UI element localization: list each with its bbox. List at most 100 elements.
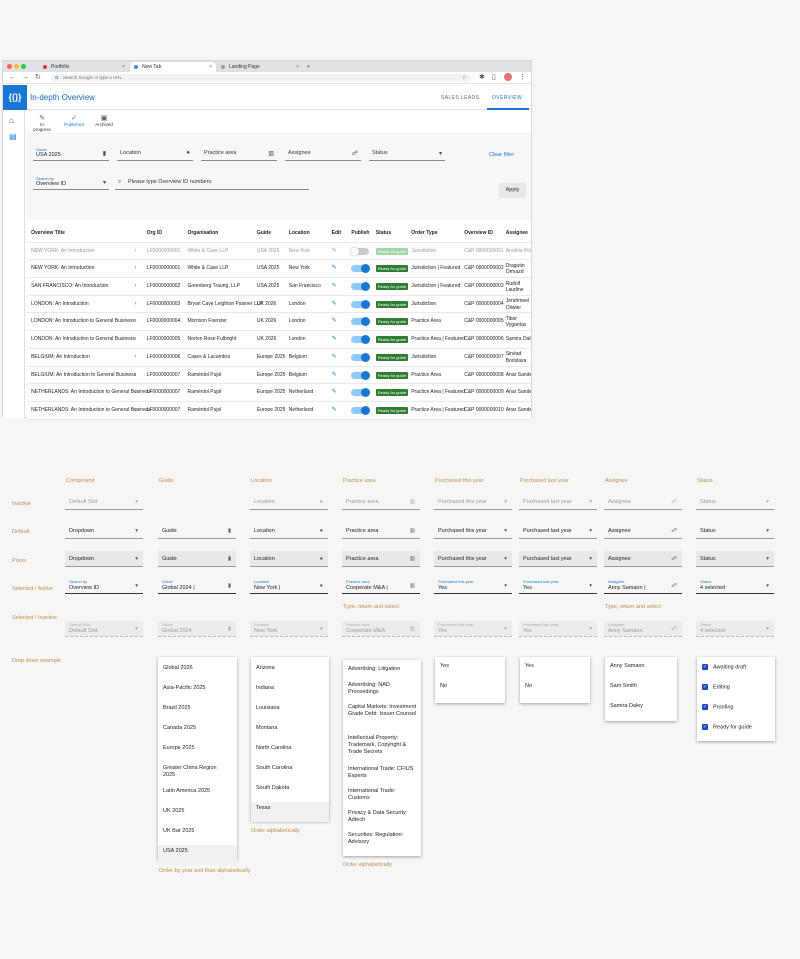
spec-field[interactable]: Dropdown ▾ [65, 523, 143, 539]
spec-field[interactable]: Default Slot ▾ [65, 494, 143, 510]
table-row[interactable]: NEW YORK: An Introduction › LF0000000001 Wh… [27, 260, 531, 279]
menu-item[interactable]: Louisiana [251, 702, 329, 722]
table-row[interactable]: LONDON: An Introduction › LF0000000003 Brya… [27, 295, 531, 314]
checkbox-checked-icon[interactable]: ✓ [702, 704, 708, 710]
spec-field[interactable]: Practice area ▥ [342, 523, 420, 539]
menu-item[interactable]: ✓ Proofing [697, 702, 775, 722]
column-header[interactable]: Order Type [411, 225, 437, 243]
menu-item[interactable]: Arizona [251, 662, 329, 682]
spec-field[interactable]: Purchased last year ▾ [519, 551, 597, 567]
edit-pencil-icon[interactable]: ✎ [332, 349, 337, 367]
menu-item[interactable]: Asia-Pacific 2025 [158, 682, 237, 702]
guide-select[interactable]: Guide USA 2025 ▮ [33, 146, 109, 161]
spec-field[interactable]: Assignee Anny Samaon ☍ [604, 621, 682, 637]
edit-pencil-icon[interactable]: ✎ [332, 243, 337, 261]
spec-field[interactable]: Guide Global 2024 ▮ [158, 621, 236, 637]
menu-item[interactable]: UK Bar 2025 [158, 825, 237, 845]
search-input[interactable]: ⌕ Please type Overview ID numbers. [115, 175, 309, 190]
spec-field[interactable]: Assignee ☍ [604, 523, 682, 539]
bookmark-star-icon[interactable]: ☆ [462, 74, 467, 82]
close-tab-icon[interactable]: × [122, 62, 125, 72]
edit-pencil-icon[interactable]: ✎ [332, 278, 337, 296]
menu-item[interactable]: International Trade: CFIUS Experts [343, 763, 421, 785]
browser-tab[interactable]: Portfolio × [39, 62, 129, 72]
menu-item[interactable]: Capital Markets: Investment Grade Debt: … [343, 701, 421, 732]
spec-field[interactable]: Dropdown ▾ [65, 551, 143, 567]
spec-field[interactable]: Purchased this year ▾ [434, 551, 512, 567]
menu-item[interactable]: Samira Daley [605, 703, 677, 723]
publish-toggle[interactable] [351, 264, 371, 274]
menu-item[interactable]: Global 2026 [158, 662, 237, 682]
app-logo[interactable]: {()} [3, 85, 27, 110]
table-row[interactable]: NETHERLANDS: An Introduction to General … [27, 401, 531, 420]
publish-toggle[interactable] [351, 388, 371, 398]
spec-field[interactable]: Purchased last year ▾ [519, 523, 597, 539]
tab-overview[interactable]: OVERVIEW [492, 95, 522, 101]
column-header[interactable]: Edit [332, 225, 341, 243]
chevron-right-icon[interactable]: › [134, 331, 136, 349]
spec-field[interactable]: Purchased this year ▾ [434, 494, 512, 510]
chevron-right-icon[interactable]: › [134, 260, 136, 278]
menu-item[interactable]: ✓ Awaiting draft [697, 662, 775, 682]
spec-field[interactable]: Purchased this year ▾ [434, 523, 512, 539]
tab-sales-leads[interactable]: SALES LEADS [441, 95, 479, 101]
tab-archived[interactable]: ▣ Archived [93, 114, 115, 127]
clear-filter-link[interactable]: Clear filter [489, 152, 514, 158]
overview-title[interactable]: NETHERLANDS: An Introduction to General … [31, 402, 151, 420]
menu-item[interactable]: Europe 2025 [158, 742, 237, 762]
menu-item[interactable]: South Carolina [251, 762, 329, 782]
column-header[interactable]: Location [289, 225, 310, 243]
spec-field[interactable]: Guide Global 2024 | ▮ [158, 578, 236, 594]
menu-item[interactable]: Canada 2025 [158, 722, 237, 742]
column-header[interactable]: Assignee [506, 225, 528, 243]
menu-item[interactable]: Securities: Regulation: Advisory [343, 829, 421, 851]
menu-item[interactable]: Yes [520, 663, 590, 683]
menu-item[interactable]: Texas [251, 802, 329, 822]
edit-pencil-icon[interactable]: ✎ [332, 402, 337, 420]
browser-tab-active[interactable]: New Tab × [130, 62, 216, 72]
spec-field[interactable]: Purchased last year Yes ▾ [519, 621, 597, 637]
edit-pencil-icon[interactable]: ✎ [332, 260, 337, 278]
overview-title[interactable]: BELGIUM: An Introduction to General Busi… [31, 367, 136, 385]
publish-toggle[interactable] [351, 317, 371, 327]
spec-field[interactable]: Location New York | ● [250, 578, 328, 594]
column-header[interactable]: Guide [257, 225, 271, 243]
menu-item[interactable]: USA 2025 [158, 845, 237, 865]
spec-field[interactable]: Purchased this year Yes ▾ [434, 621, 512, 637]
menu-item[interactable]: Advertising: NAD Proceedings [343, 679, 421, 701]
checkbox-checked-icon[interactable]: ✓ [702, 664, 708, 670]
table-row[interactable]: NETHERLANDS: An Introduction to General … [27, 384, 531, 402]
spec-field[interactable]: Guide ▮ [158, 523, 236, 539]
overview-title[interactable]: NEW YORK: An Introduction [31, 243, 94, 261]
home-icon[interactable]: ⌂ [9, 116, 14, 125]
menu-item[interactable]: Intellectual Property: Trademark, Copyri… [343, 732, 421, 763]
overview-title[interactable]: BELGIUM: An Introduction [31, 349, 90, 367]
spec-field[interactable]: Practice area Cooperate M&A | ▥ [342, 578, 420, 594]
chevron-right-icon[interactable]: › [134, 243, 136, 261]
spec-field[interactable]: Purchased this year Yes ▾ [434, 578, 512, 594]
address-bar[interactable]: G Search Google or type a URL ☆ [51, 74, 471, 82]
spec-field[interactable]: Location ● [250, 523, 328, 539]
menu-item[interactable]: Montana [251, 722, 329, 742]
spec-field[interactable]: Purchased last year ▾ [519, 494, 597, 510]
spec-field[interactable]: Location ● [250, 494, 328, 510]
new-tab-icon[interactable]: + [305, 62, 315, 72]
spec-field[interactable]: Status ▾ [696, 523, 774, 539]
spec-field[interactable]: Assignee ☍ [604, 551, 682, 567]
chevron-right-icon[interactable]: › [134, 384, 136, 402]
table-row[interactable]: NEW YORK: An Introduction › LF0000000001 Wh… [27, 242, 531, 261]
chevron-right-icon[interactable]: › [134, 278, 136, 296]
minimize-window-icon[interactable] [14, 64, 19, 69]
overview-title[interactable]: NEW YORK: An Introduction [31, 260, 94, 278]
table-row[interactable]: LONDON: An Introduction to General Busin… [27, 331, 531, 349]
chevron-right-icon[interactable]: › [134, 402, 136, 420]
menu-item[interactable]: North Carolina [251, 742, 329, 762]
overview-title[interactable]: LONDON: An Introduction to General Busin… [31, 331, 135, 349]
forward-icon[interactable]: → [22, 74, 29, 82]
status-select[interactable]: Status ▾ [369, 146, 445, 161]
table-row[interactable]: BELGIUM: An Introduction to General Busi… [27, 366, 531, 385]
menu-item[interactable]: No [520, 683, 590, 703]
browser-menu-icon[interactable]: ⋮ [519, 74, 526, 82]
column-header[interactable]: Organisation [187, 225, 218, 243]
spec-field[interactable]: Location New York ● [250, 621, 328, 637]
